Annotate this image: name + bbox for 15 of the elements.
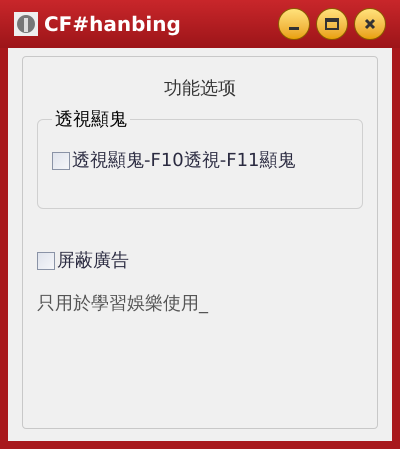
group-legend: 透視顯鬼 xyxy=(52,106,130,133)
checkbox-option[interactable]: 屏蔽廣告 xyxy=(37,247,363,274)
close-button[interactable] xyxy=(354,8,386,40)
checkbox[interactable] xyxy=(52,152,70,170)
checkbox-option[interactable]: 透視顯鬼-F10透視-F11顯鬼 xyxy=(52,147,348,174)
maximize-button[interactable] xyxy=(316,8,348,40)
checkbox[interactable] xyxy=(37,252,55,270)
app-icon xyxy=(14,12,38,36)
minimize-icon xyxy=(289,26,299,30)
minimize-button[interactable] xyxy=(278,8,310,40)
maximize-icon xyxy=(325,18,339,30)
close-icon xyxy=(364,18,376,30)
usage-note: 只用於學習娛樂使用_ xyxy=(37,292,210,316)
panel-title: 功能选项 xyxy=(164,77,236,101)
window-title: CF#hanbing xyxy=(44,11,182,38)
